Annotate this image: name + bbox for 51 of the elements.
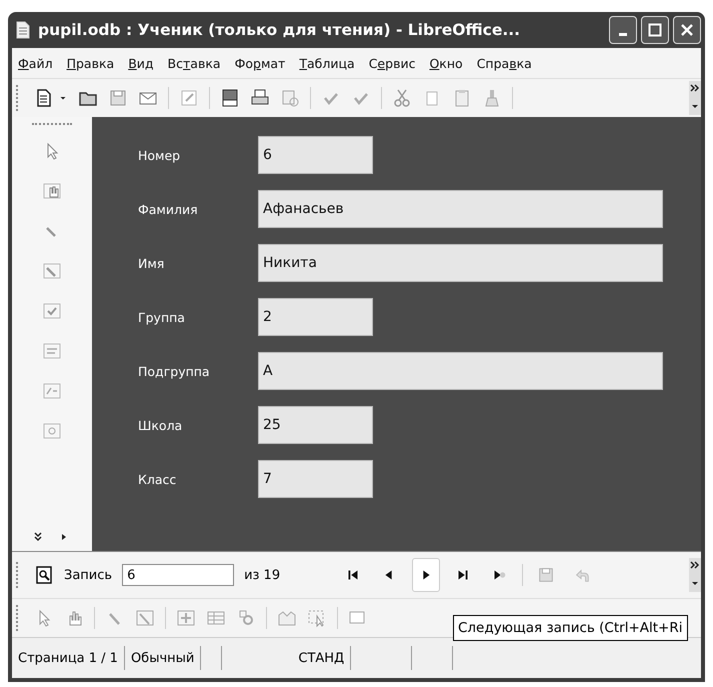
menu-item[interactable]: Окно: [429, 56, 463, 70]
close-icon: [680, 23, 694, 37]
field-label: Подгруппа: [138, 364, 211, 378]
menu-item[interactable]: Правка: [66, 56, 114, 70]
input-field[interactable]: А: [258, 352, 663, 390]
field-label: Фамилия: [138, 202, 199, 216]
status-field: СТАНД: [292, 646, 352, 670]
input-field[interactable]: 25: [258, 406, 373, 444]
minimize-icon: [619, 32, 627, 36]
floppy-icon[interactable]: [108, 88, 128, 108]
menu-item[interactable]: Вид: [128, 56, 154, 70]
field-label: Номер: [138, 148, 182, 162]
field-label: Группа: [138, 310, 186, 324]
next-icon[interactable]: [412, 558, 440, 592]
maximize-icon: [648, 23, 662, 37]
search-icon[interactable]: [34, 565, 54, 585]
record-count: из 19: [244, 568, 280, 582]
status-field: Страница 1 / 1: [12, 646, 125, 670]
field-label: Класс: [138, 472, 178, 486]
window-title: pupil.odb : Ученик (только для чтения) - LibreOffice...: [38, 21, 522, 39]
input-field[interactable]: 7: [258, 460, 373, 498]
scissors-icon[interactable]: [392, 88, 412, 108]
field-label: Школа: [138, 418, 184, 432]
menu-item[interactable]: Вставка: [168, 56, 221, 70]
record-field[interactable]: 6: [122, 564, 234, 586]
input-field[interactable]: 6: [258, 136, 373, 174]
overflow-icon[interactable]: [689, 558, 701, 592]
overflow-icon[interactable]: [689, 81, 701, 115]
close-button[interactable]: [673, 16, 701, 44]
check-icon[interactable]: [42, 301, 62, 321]
pencil-icon[interactable]: [179, 88, 199, 108]
preview-icon[interactable]: [280, 88, 300, 108]
document-icon: [16, 21, 30, 39]
form-icon[interactable]: [176, 608, 196, 628]
status-field: Обычный: [124, 646, 202, 670]
menu-item[interactable]: Сервис: [368, 56, 416, 70]
tooltip: Следующая запись (Ctrl+Alt+Ri: [453, 615, 688, 641]
input-field[interactable]: Никита: [258, 244, 663, 282]
input-field[interactable]: 2: [258, 298, 373, 336]
record-label: Запись: [64, 568, 112, 582]
menu-item[interactable]: Таблица: [299, 56, 355, 70]
menu-item[interactable]: Справка: [476, 56, 532, 70]
input-field[interactable]: Афанасьев: [258, 190, 663, 228]
minimize-button[interactable]: [609, 16, 637, 44]
hand-icon[interactable]: [42, 181, 62, 201]
maximize-button[interactable]: [641, 16, 669, 44]
menu-item[interactable]: Формат: [234, 56, 286, 70]
pdf-icon[interactable]: [220, 88, 240, 108]
field-label: Имя: [138, 256, 166, 270]
menu-item[interactable]: Файл: [18, 56, 53, 70]
text-icon[interactable]: [42, 341, 62, 361]
